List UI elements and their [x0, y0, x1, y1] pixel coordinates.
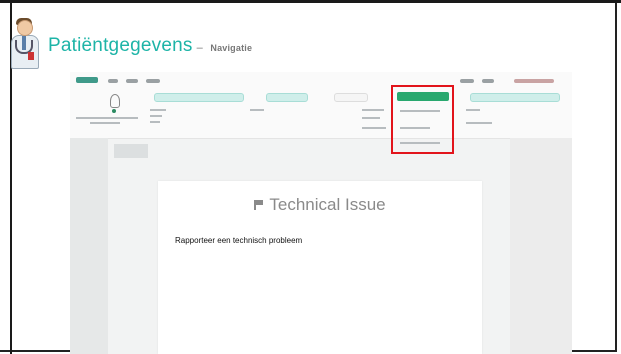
doctor-avatar-icon: [8, 16, 40, 70]
slide-title: Patiëntgegevens – Navigatie: [48, 35, 252, 57]
slide-subtitle: Navigatie: [210, 43, 253, 53]
slide-title-text: Patiëntgegevens: [48, 35, 193, 56]
info-line: [466, 109, 480, 111]
title-dash: –: [196, 42, 203, 54]
app-header: [70, 72, 572, 144]
nav-item[interactable]: [126, 79, 138, 83]
nav-item[interactable]: [146, 79, 160, 83]
modal-title: Technical Issue: [158, 195, 482, 215]
header-action[interactable]: [334, 93, 368, 102]
nav-item[interactable]: [482, 79, 494, 83]
nav-item[interactable]: [460, 79, 474, 83]
patient-detail: [90, 122, 120, 124]
sidebar: [70, 138, 108, 354]
modal-title-text: Technical Issue: [269, 195, 386, 214]
info-line: [362, 127, 386, 129]
info-line: [250, 109, 264, 111]
status-dot: [112, 109, 116, 113]
highlight-box: [391, 85, 454, 154]
header-action[interactable]: [470, 93, 560, 102]
modal-body-text: Rapporteer een technisch probleem: [175, 236, 303, 245]
right-panel: [510, 138, 572, 354]
info-line: [150, 121, 160, 123]
patient-name: [76, 117, 138, 119]
info-line: [150, 115, 162, 117]
user-menu[interactable]: [514, 79, 554, 83]
header-action[interactable]: [266, 93, 308, 102]
nav-item[interactable]: [108, 79, 118, 83]
info-line: [362, 109, 384, 111]
info-line: [466, 122, 492, 124]
info-line: [362, 117, 380, 119]
issue-description-field[interactable]: [175, 249, 465, 347]
header-action[interactable]: [154, 93, 244, 102]
slide-top-border: [0, 0, 621, 3]
info-line: [150, 109, 166, 111]
content-tile[interactable]: [114, 144, 148, 158]
technical-issue-modal: Technical Issue Rapporteer een technisch…: [158, 181, 482, 354]
flag-icon: [254, 200, 263, 210]
patient-avatar: [110, 94, 120, 108]
app-logo: [76, 77, 98, 83]
